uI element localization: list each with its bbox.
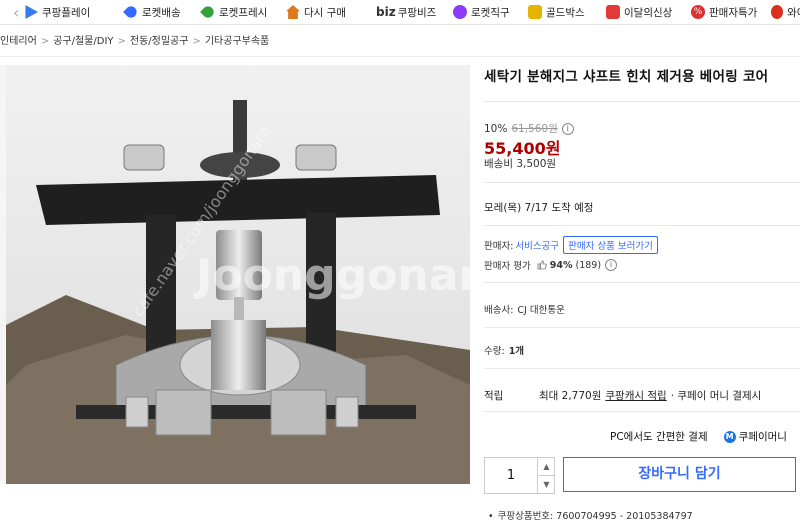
biz-icon: biz: [376, 5, 396, 19]
nav-label: 골드박스: [546, 6, 585, 19]
pay-brand[interactable]: 쿠페이머니: [739, 429, 787, 444]
breadcrumb-item[interactable]: 공구/철물/DIY: [53, 32, 113, 47]
seller-products-button[interactable]: 판매자 상품 보러가기: [563, 236, 658, 254]
quantity-decrease-icon[interactable]: ▼: [537, 476, 555, 493]
thumbs-up-icon: [537, 260, 547, 270]
top-nav: ‹ 쿠팡플레이 로켓배송 로켓프레시 다시 구매 biz 쿠팡비즈 로켓직구 골…: [0, 0, 800, 25]
nav-label: 로켓배송: [142, 6, 181, 19]
nav-item-rocket-global[interactable]: 로켓직구: [453, 4, 510, 20]
quantity-text: 1개: [508, 346, 525, 357]
breadcrumb-item[interactable]: 기타공구부속품: [205, 32, 269, 47]
breadcrumb-separator-icon: >: [40, 36, 50, 47]
cash-label: 적립: [484, 390, 504, 402]
pc-pay-row: PC에서도 간편한 결제 M 쿠페이머니: [610, 429, 787, 444]
nav-label: 쿠팡플레이: [42, 6, 91, 19]
divider: [484, 225, 800, 226]
rating-value: 94%: [549, 259, 573, 271]
breadcrumb-item[interactable]: 전동/정밀공구: [130, 32, 189, 47]
divider: [484, 282, 800, 283]
bullet-icon: •: [488, 511, 494, 522]
discount-rate: 10%: [484, 122, 508, 135]
seller-rating-row: 판매자 평가 94% (189) i: [484, 258, 618, 272]
add-to-cart-button[interactable]: 장바구니 담기: [563, 457, 796, 492]
carrier-label: 배송사:: [484, 305, 514, 316]
rocket-icon: [123, 4, 139, 20]
carrier-name: CJ 대한통운: [517, 305, 565, 316]
nav-label: 판매자특가: [709, 6, 758, 19]
nav-item-rocket-fresh[interactable]: 로켓프레시: [200, 4, 268, 20]
discount-row: 10% 61,560원 i: [484, 121, 574, 136]
nav-label: 로켓직구: [471, 6, 510, 19]
nav-label: 이달의신상: [624, 6, 673, 19]
product-code: • 쿠팡상품번호: 7600704995 - 20105384797: [488, 508, 693, 522]
watermark-text: Joonggonara: [193, 250, 470, 301]
nav-item-buy-again[interactable]: 다시 구매: [286, 4, 346, 20]
wow-icon: [771, 5, 783, 19]
info-icon[interactable]: i: [561, 122, 574, 135]
seller-row: 판매자: 서비스공구 판매자 상품 보러가기: [484, 236, 658, 254]
nav-item-coupang-play[interactable]: 쿠팡플레이: [24, 4, 90, 20]
carrier-row: 배송사: CJ 대한통운: [484, 302, 565, 316]
product-image[interactable]: Joonggonara cafe.naver.com/joonggonara: [6, 65, 470, 484]
nav-item-rocket-delivery[interactable]: 로켓배송: [123, 4, 181, 20]
breadcrumb-separator-icon: >: [192, 36, 201, 47]
cash-tail: · 쿠페이 머니 결제시: [670, 390, 762, 402]
bearing-puller-photo: Joonggonara cafe.naver.com/joonggonara: [6, 65, 470, 484]
breadcrumb-separator-icon: >: [117, 36, 126, 47]
nav-item-coupang-biz[interactable]: biz 쿠팡비즈: [376, 4, 436, 20]
nav-item-new-items[interactable]: 이달의신상: [606, 4, 672, 20]
nav-label: 다시 구매: [304, 6, 346, 19]
gold-box-icon: [528, 5, 542, 19]
cash-reward-row: 적립 최대 2,770원 쿠팡캐시 적립 · 쿠페이 머니 결제시: [484, 388, 761, 403]
seller-label: 판매자:: [484, 241, 514, 252]
delivery-date: 모레(목) 7/17 도착 예정: [484, 202, 594, 214]
quantity-input[interactable]: 1: [485, 458, 537, 493]
nav-item-wow[interactable]: 와이: [771, 4, 800, 20]
cash-link[interactable]: 쿠팡캐시 적립: [605, 388, 666, 403]
breadcrumb: 인테리어 > 공구/철물/DIY > 전동/정밀공구 > 기타공구부속품: [0, 32, 269, 50]
coupay-icon: M: [723, 430, 736, 443]
nav-item-seller-deals[interactable]: % 판매자특가: [691, 4, 757, 20]
divider: [484, 327, 800, 328]
pc-pay-text: PC에서도 간편한 결제: [610, 431, 708, 443]
home-icon: [286, 5, 300, 19]
quantity-stepper[interactable]: 1 ▲ ▼: [484, 457, 555, 494]
product-code-text: 쿠팡상품번호: 7600704995 - 20105384797: [497, 511, 693, 522]
seller-name-link[interactable]: 서비스공구: [515, 238, 559, 252]
nav-label: 쿠팡비즈: [397, 6, 437, 19]
divider: [484, 411, 800, 412]
quantity-label: 수량:: [484, 346, 505, 357]
global-icon: [453, 5, 467, 19]
nav-label: 와이: [787, 6, 800, 19]
rating-label: 판매자 평가: [484, 261, 531, 272]
nav-label: 로켓프레시: [219, 6, 268, 19]
new-item-icon: [606, 5, 620, 19]
quantity-increase-icon[interactable]: ▲: [537, 458, 555, 476]
nav-item-gold-box[interactable]: 골드박스: [528, 4, 585, 20]
rocket-fresh-icon: [200, 4, 216, 20]
quantity-info-row: 수량: 1개: [484, 343, 524, 357]
divider: [484, 101, 800, 102]
breadcrumb-divider: [0, 56, 800, 57]
product-title: 세탁기 분해지그 샤프트 힌치 제거용 베어링 코어: [484, 69, 769, 85]
divider: [484, 182, 800, 183]
shipping-fee: 배송비 3,500원: [484, 158, 557, 170]
info-icon[interactable]: i: [605, 259, 618, 271]
percent-icon: %: [691, 5, 705, 19]
nav-back-arrow-icon[interactable]: ‹: [13, 3, 19, 22]
breadcrumb-item[interactable]: 인테리어: [0, 32, 37, 47]
rating-count: (189): [575, 259, 602, 271]
divider: [484, 368, 800, 369]
cash-amount: 최대 2,770원: [539, 390, 602, 402]
original-price: 61,560원: [511, 123, 558, 135]
play-icon: [25, 5, 38, 19]
